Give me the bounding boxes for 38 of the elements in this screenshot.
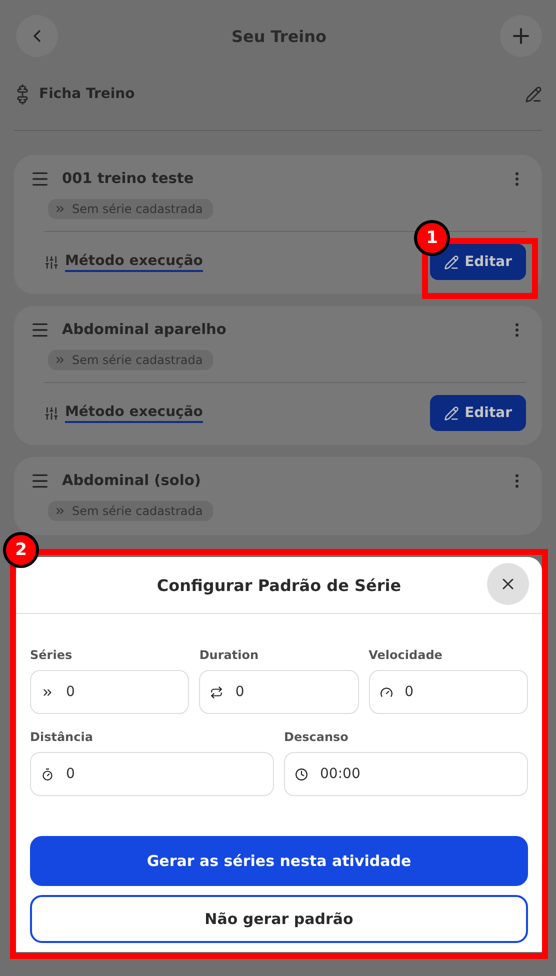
clock-icon: [295, 768, 308, 780]
pencil-icon: [444, 254, 459, 270]
series-status-badge: Sem série cadastrada: [48, 501, 213, 521]
exercise-title: Abdominal (solo): [62, 473, 202, 489]
exercise-title: 001 treino teste: [62, 171, 195, 187]
input-field[interactable]: 0: [199, 670, 359, 714]
input-field[interactable]: 0: [368, 670, 528, 714]
series-status-badge: Sem série cadastrada: [48, 199, 213, 219]
fast-forward-icon: [54, 505, 66, 517]
edit-icon[interactable]: [525, 86, 542, 102]
sliders-icon: [44, 406, 59, 420]
gauge-icon: [380, 686, 393, 698]
repeat-icon: [210, 686, 224, 698]
fast-forward-icon: [54, 203, 66, 215]
edit-button[interactable]: Editar: [430, 244, 526, 280]
step-number: 2: [3, 532, 39, 568]
input-field[interactable]: 0: [30, 752, 274, 796]
input-field[interactable]: 00:00: [284, 752, 528, 796]
stopwatch-icon: [41, 768, 54, 780]
sliders-icon: [44, 254, 59, 270]
input-field[interactable]: 0: [30, 670, 190, 714]
field-label: Duration: [199, 648, 260, 662]
close-button[interactable]: [487, 563, 529, 605]
modal-title: Configurar Padrão de Série: [156, 576, 402, 594]
page-title: Seu Treino: [231, 26, 327, 46]
series-status-badge: Sem série cadastrada: [48, 350, 213, 370]
add-button[interactable]: [500, 15, 542, 57]
field-label: Descanso: [284, 730, 350, 744]
edit-button[interactable]: Editar: [430, 395, 526, 431]
field-label: Séries: [30, 648, 74, 662]
field-label: Velocidade: [368, 648, 444, 662]
fast-forward-icon: [54, 354, 66, 366]
skip-button[interactable]: Não gerar padrão: [30, 895, 528, 943]
exercise-title: Abdominal aparelho: [62, 322, 228, 338]
pencil-icon: [444, 406, 459, 420]
generate-button[interactable]: Gerar as séries nesta atividade: [30, 836, 528, 886]
section-title: Ficha Treino: [39, 86, 135, 102]
field-label: Distância: [30, 730, 94, 744]
